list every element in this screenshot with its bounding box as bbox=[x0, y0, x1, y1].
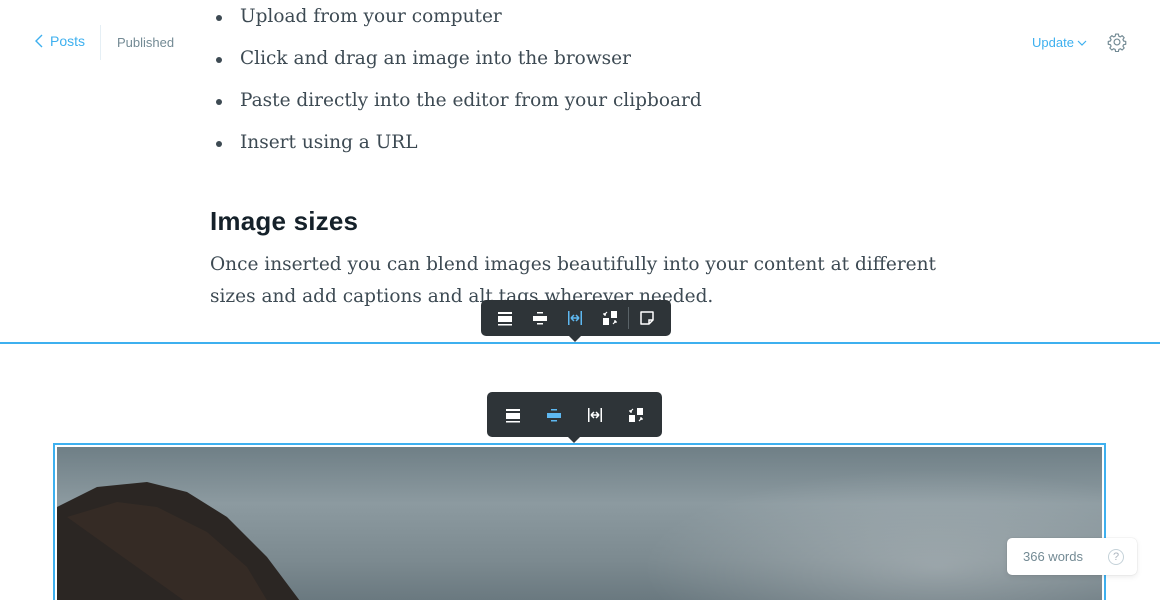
word-count-widget: 366 words ? bbox=[1007, 538, 1137, 575]
width-full-button[interactable] bbox=[575, 392, 616, 437]
image-card-toolbar bbox=[487, 392, 662, 443]
width-wide-button[interactable] bbox=[534, 392, 575, 437]
list-item: Insert using a URL bbox=[216, 126, 702, 168]
formatting-toolbar bbox=[481, 300, 671, 342]
mountain-silhouette bbox=[57, 482, 300, 600]
update-button[interactable]: Update bbox=[1032, 35, 1087, 50]
replace-image-button[interactable] bbox=[592, 300, 627, 336]
chevron-left-icon bbox=[35, 34, 43, 48]
section-heading: Image sizes bbox=[210, 206, 359, 236]
chevron-down-icon bbox=[1077, 40, 1087, 46]
snippet-button[interactable] bbox=[630, 300, 665, 336]
replace-image-icon bbox=[602, 311, 617, 325]
width-wide-icon bbox=[547, 408, 562, 421]
word-count: 366 words bbox=[1023, 549, 1083, 564]
post-status: Published bbox=[117, 35, 175, 50]
update-label: Update bbox=[1032, 35, 1074, 50]
toolbar-separator bbox=[628, 307, 629, 329]
width-wide-icon bbox=[532, 312, 547, 325]
list-item: Click and drag an image into the browser bbox=[216, 42, 702, 84]
drop-indicator-line bbox=[0, 342, 1160, 344]
back-to-posts-link[interactable]: Posts bbox=[34, 33, 85, 49]
list-item: Paste directly into the editor from your… bbox=[216, 84, 702, 126]
image-card[interactable] bbox=[53, 443, 1106, 600]
width-full-icon bbox=[567, 311, 582, 325]
width-regular-button[interactable] bbox=[493, 392, 534, 437]
image-methods-list: Upload from your computer Click and drag… bbox=[216, 0, 702, 168]
snippet-icon bbox=[640, 311, 655, 325]
list-item: Upload from your computer bbox=[216, 0, 702, 42]
width-regular-icon bbox=[497, 312, 512, 326]
gear-icon[interactable] bbox=[1107, 32, 1127, 52]
header-divider bbox=[100, 25, 101, 60]
help-button[interactable]: ? bbox=[1108, 549, 1124, 565]
width-full-button[interactable] bbox=[557, 300, 592, 336]
replace-image-icon bbox=[628, 407, 643, 422]
back-label: Posts bbox=[50, 33, 86, 49]
width-full-icon bbox=[587, 407, 602, 422]
width-wide-button[interactable] bbox=[522, 300, 557, 336]
mountain-photo bbox=[57, 447, 1102, 600]
width-regular-button[interactable] bbox=[487, 300, 522, 336]
width-regular-icon bbox=[506, 408, 521, 422]
replace-image-button[interactable] bbox=[615, 392, 656, 437]
